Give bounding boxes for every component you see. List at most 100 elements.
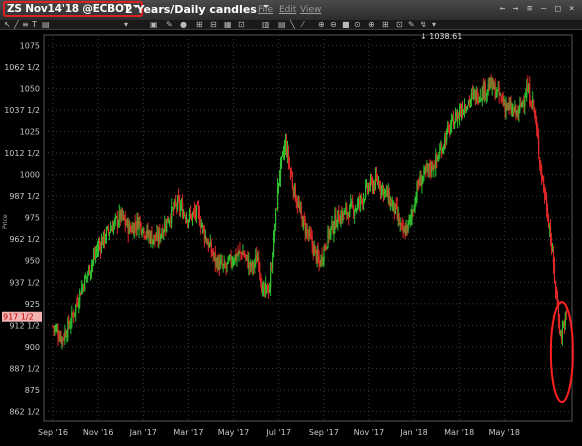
candle-body — [143, 229, 145, 236]
print-icon[interactable]: ▤ — [278, 20, 286, 29]
last-price-label: 917 1/2 — [3, 313, 34, 322]
candle-body — [336, 225, 338, 227]
candle-body — [533, 100, 535, 106]
candle-body — [347, 212, 349, 216]
anchor-icon[interactable]: ╲ — [290, 20, 295, 29]
fib-tool-icon[interactable]: ▤ — [42, 20, 50, 29]
price-chart[interactable]: 1075 1062 1/2 1050 1037 1/2 1025 1012 1/2 1000… — [0, 29, 582, 446]
candle-body — [564, 313, 566, 326]
candle-body — [518, 106, 520, 114]
crosshair-icon[interactable]: ⊙ — [354, 20, 361, 29]
candle-body — [453, 122, 456, 129]
indicator-icon[interactable]: ⊞ — [196, 20, 203, 29]
candle-body — [407, 220, 409, 231]
candle-body — [187, 220, 190, 224]
candle-body — [201, 223, 203, 227]
candle-body — [375, 174, 378, 180]
bar-type-icon[interactable]: ▥ — [262, 20, 270, 29]
candle-body — [144, 236, 146, 238]
y-tick-label: 912 1/2 — [9, 321, 40, 330]
draw-icon[interactable]: ✎ — [408, 20, 415, 29]
cursor-icon[interactable]: ↖ — [4, 20, 11, 29]
candle-body — [365, 183, 368, 186]
candle-body — [300, 205, 302, 215]
candle-body — [73, 315, 75, 317]
candle-body — [539, 157, 541, 165]
channel-tool-icon[interactable]: ≡ — [22, 20, 29, 29]
candle-body — [141, 232, 143, 234]
candle-series — [52, 74, 567, 350]
candle-body — [305, 227, 307, 236]
zoom-in-icon[interactable]: ⊕ — [318, 20, 325, 29]
candle-body — [500, 96, 502, 98]
candle-body — [78, 303, 80, 307]
compare-icon[interactable]: ⊟ — [210, 20, 217, 29]
candle-body — [538, 137, 540, 155]
y-tick-label: 1000 — [20, 171, 40, 180]
candle-body — [270, 269, 272, 288]
trendline-icon[interactable]: ⁄ — [302, 20, 303, 29]
link-icon[interactable]: ⊡ — [238, 20, 245, 29]
menu-file[interactable]: File — [258, 5, 273, 15]
settings-icon[interactable]: ● — [180, 20, 187, 29]
zoom-out-icon[interactable]: ⊖ — [330, 20, 337, 29]
snapshot-icon[interactable]: ▣ — [150, 20, 158, 29]
forward-icon[interactable]: → — [513, 4, 518, 14]
color-icon[interactable]: ✎ — [166, 20, 173, 29]
layout-icon[interactable]: ▦ — [224, 20, 232, 29]
candle-body — [370, 179, 373, 181]
dropdown-icon[interactable]: ▾ — [124, 20, 128, 29]
candle-body — [537, 128, 539, 139]
grid-icon[interactable]: ⊡ — [396, 20, 403, 29]
candle-body — [254, 263, 256, 266]
candle-body — [288, 164, 291, 167]
candle-body — [383, 189, 385, 195]
maximize-icon[interactable]: □ — [555, 4, 560, 14]
x-tick-label: Mar '18 — [444, 428, 474, 437]
text-tool-icon[interactable]: T — [32, 20, 37, 29]
y-tick-label: 962 1/2 — [9, 235, 40, 244]
candle-body — [220, 260, 222, 262]
candle-body — [442, 148, 444, 153]
pan-icon[interactable]: ■ — [342, 20, 350, 29]
candle-body — [411, 212, 413, 218]
candle-body — [438, 157, 440, 160]
candle-body — [272, 256, 274, 269]
y-axis: 1075 1062 1/2 1050 1037 1/2 1025 1012 1/2 1000… — [4, 41, 40, 416]
candle-body — [145, 235, 147, 237]
menu-edit[interactable]: Edit — [279, 5, 296, 15]
minimize-icon[interactable]: — — [541, 4, 546, 14]
candle-body — [168, 222, 170, 224]
magnify-icon[interactable]: ⊕ — [368, 20, 375, 29]
period-selector[interactable]: 2 Years/Daily candles — [125, 3, 269, 16]
candle-body — [323, 247, 325, 262]
candle-body — [550, 241, 553, 251]
candle-body — [361, 196, 363, 200]
candle-body — [259, 264, 261, 273]
menu-icon[interactable]: ≡ — [527, 4, 532, 14]
line-tool-icon[interactable]: ╱ — [14, 20, 19, 29]
candle-body — [314, 245, 316, 249]
chart-grid — [43, 34, 573, 422]
back-icon[interactable]: ← — [500, 4, 505, 14]
y-tick-label: 875 — [25, 386, 40, 395]
more-dropdown-icon[interactable]: ▾ — [432, 20, 436, 29]
candle-body — [180, 207, 182, 211]
close-icon[interactable]: × — [569, 4, 574, 14]
candle-body — [530, 101, 532, 106]
chart-canvas[interactable]: 1075 1062 1/2 1050 1037 1/2 1025 1012 1/2 1000… — [0, 29, 582, 446]
symbol-selector[interactable]: ZS Nov14'18 @ECBOT — [3, 1, 143, 17]
candle-body — [69, 327, 71, 329]
candle-body — [71, 312, 73, 324]
menu-view[interactable]: View — [300, 5, 321, 15]
candle-body — [79, 290, 81, 302]
candle-body — [521, 102, 523, 108]
range-icon[interactable]: ⊞ — [382, 20, 389, 29]
candle-body — [364, 185, 367, 199]
candle-body — [205, 237, 207, 243]
x-tick-label: Jan '18 — [399, 428, 427, 437]
tools-icon[interactable]: ↯ — [420, 20, 427, 29]
candle-body — [352, 202, 354, 207]
candle-body — [547, 217, 550, 228]
candle-body — [117, 222, 119, 227]
